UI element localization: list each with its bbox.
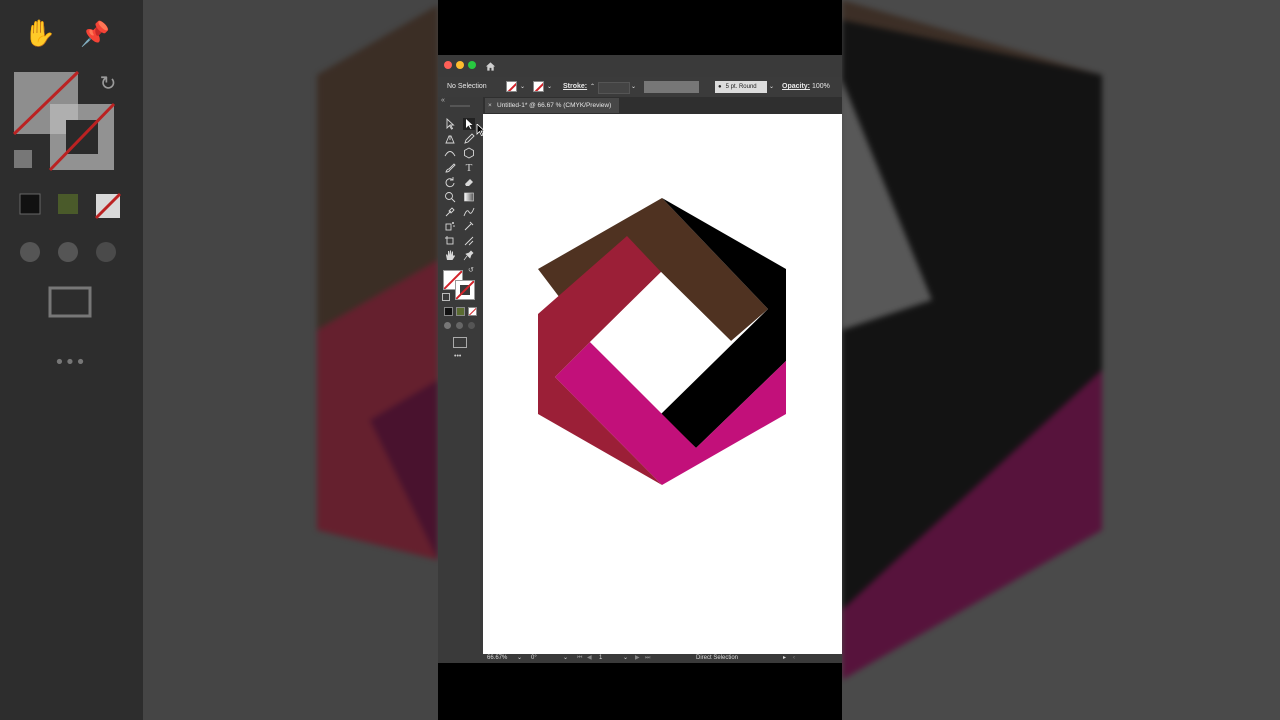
- zoom-level[interactable]: 66.67%: [487, 654, 507, 663]
- zoom-chevron-icon[interactable]: ⌄: [517, 654, 522, 663]
- illustrator-window: No Selection ⌄ ⌄ Stroke: ⌃ ⌄ ● 5 pt. Roun…: [438, 0, 842, 720]
- rotate-tool-icon[interactable]: [444, 176, 456, 188]
- close-tab-icon[interactable]: ×: [488, 98, 492, 113]
- hand-tool-icon[interactable]: [444, 249, 456, 261]
- brush-dot-icon: ●: [718, 84, 722, 90]
- background-artwork-right: [842, 0, 1102, 680]
- stroke-stepper-icon[interactable]: ⌃: [590, 77, 595, 97]
- artboard-tool-icon[interactable]: [444, 235, 456, 247]
- stroke-weight-input[interactable]: [598, 82, 630, 94]
- color-mode-icon[interactable]: [444, 307, 453, 316]
- rotation-value[interactable]: 0°: [531, 654, 537, 663]
- collapse-panel-icon[interactable]: «: [441, 97, 445, 104]
- pen-tool-icon[interactable]: [444, 133, 456, 145]
- status-bar: 66.67% ⌄ 0° ⌄ ⏮ ◀ 1 ⌄ ▶ ⏭ Direct Selecti…: [483, 654, 842, 663]
- close-window-button[interactable]: [444, 61, 452, 69]
- pencil-tool-icon[interactable]: [463, 133, 475, 145]
- title-bar: [438, 55, 842, 77]
- control-bar: No Selection ⌄ ⌄ Stroke: ⌃ ⌄ ● 5 pt. Roun…: [438, 77, 842, 98]
- artboard-chevron-icon[interactable]: ⌄: [623, 654, 628, 663]
- tools-panel: « T ↺ •••: [438, 97, 483, 663]
- stroke-swatch[interactable]: [533, 81, 544, 92]
- previous-artboard-icon[interactable]: ◀: [587, 654, 592, 663]
- stroke-weight-chevron-icon[interactable]: ⌄: [631, 77, 636, 97]
- artboard-canvas[interactable]: [483, 114, 842, 654]
- stroke-label[interactable]: Stroke:: [563, 77, 587, 97]
- draw-normal-icon[interactable]: [444, 322, 451, 329]
- status-bar-left-strip: [438, 654, 483, 663]
- svg-text:↻: ↻: [100, 71, 117, 95]
- draw-inside-icon[interactable]: [468, 322, 475, 329]
- screen-mode-icon[interactable]: [453, 337, 467, 348]
- gradient-tool-icon[interactable]: [463, 191, 475, 203]
- rotation-chevron-icon[interactable]: ⌄: [563, 654, 568, 663]
- gradient-mode-icon[interactable]: [456, 307, 465, 316]
- artboard-number[interactable]: 1: [599, 654, 602, 663]
- opacity-label[interactable]: Opacity:: [782, 77, 810, 97]
- mouse-cursor-icon: [476, 123, 486, 136]
- curvature-tool-icon[interactable]: [444, 147, 456, 159]
- background-right-blur: [842, 0, 1280, 720]
- swap-fill-stroke-icon[interactable]: ↺: [468, 266, 474, 274]
- type-tool-icon[interactable]: T: [463, 162, 475, 174]
- minimize-window-button[interactable]: [456, 61, 464, 69]
- brush-definition-select[interactable]: ● 5 pt. Round: [715, 81, 767, 93]
- draw-behind-icon[interactable]: [456, 322, 463, 329]
- svg-text:✋: ✋: [24, 18, 56, 49]
- selection-tool-icon[interactable]: [444, 117, 456, 130]
- direct-selection-tool-icon[interactable]: [463, 118, 475, 130]
- stroke-color-proxy[interactable]: [455, 280, 475, 300]
- warp-tool-icon[interactable]: [444, 191, 456, 203]
- stroke-dropdown-chevron-icon[interactable]: ⌄: [547, 77, 552, 97]
- document-tab-label: Untitled-1* @ 66.67 % (CMYK/Preview): [497, 102, 612, 109]
- none-mode-icon[interactable]: [468, 307, 477, 316]
- paintbrush-tool-icon[interactable]: [444, 162, 456, 174]
- current-tool-label: Direct Selection: [696, 655, 739, 661]
- opacity-value[interactable]: 100%: [812, 77, 830, 97]
- document-tab[interactable]: × Untitled-1* @ 66.67 % (CMYK/Preview): [485, 98, 619, 113]
- symbol-sprayer-tool-icon[interactable]: [444, 220, 456, 232]
- shape-tool-icon[interactable]: [463, 147, 475, 159]
- panel-grip[interactable]: [450, 105, 470, 107]
- fill-dropdown-chevron-icon[interactable]: ⌄: [520, 77, 525, 97]
- brush-chevron-icon[interactable]: ⌄: [769, 77, 774, 97]
- status-back-icon[interactable]: ‹: [793, 654, 795, 663]
- variable-width-profile[interactable]: [644, 81, 699, 93]
- default-colors-icon[interactable]: [442, 293, 450, 301]
- first-artboard-icon[interactable]: ⏮: [577, 654, 582, 663]
- next-artboard-icon[interactable]: ▶: [635, 654, 640, 663]
- svg-text:•••: •••: [54, 352, 86, 373]
- document-tab-bar: × Untitled-1* @ 66.67 % (CMYK/Preview): [483, 97, 842, 114]
- hexagon-artwork[interactable]: [483, 114, 842, 654]
- slice-tool-icon[interactable]: [463, 235, 475, 247]
- color-picker-tool-icon[interactable]: [463, 220, 475, 232]
- pin-tool-icon[interactable]: [463, 249, 475, 261]
- selection-status: No Selection: [447, 83, 487, 90]
- brush-label: 5 pt. Round: [725, 84, 757, 90]
- eyedropper-tool-icon[interactable]: [444, 206, 456, 218]
- status-menu-icon[interactable]: ▸: [783, 654, 786, 663]
- fill-swatch[interactable]: [506, 81, 517, 92]
- background-toolbar-blur: ✋ 📌 ↻ •••: [0, 0, 143, 720]
- last-artboard-icon[interactable]: ⏭: [645, 654, 650, 663]
- svg-text:📌: 📌: [80, 19, 110, 48]
- zoom-window-button[interactable]: [468, 61, 476, 69]
- eraser-tool-icon[interactable]: [463, 176, 475, 188]
- edit-toolbar-icon[interactable]: •••: [454, 353, 461, 360]
- home-icon[interactable]: [485, 59, 496, 71]
- background-left-blur: ✋ 📌 ↻ •••: [0, 0, 438, 720]
- blend-tool-icon[interactable]: [463, 206, 475, 218]
